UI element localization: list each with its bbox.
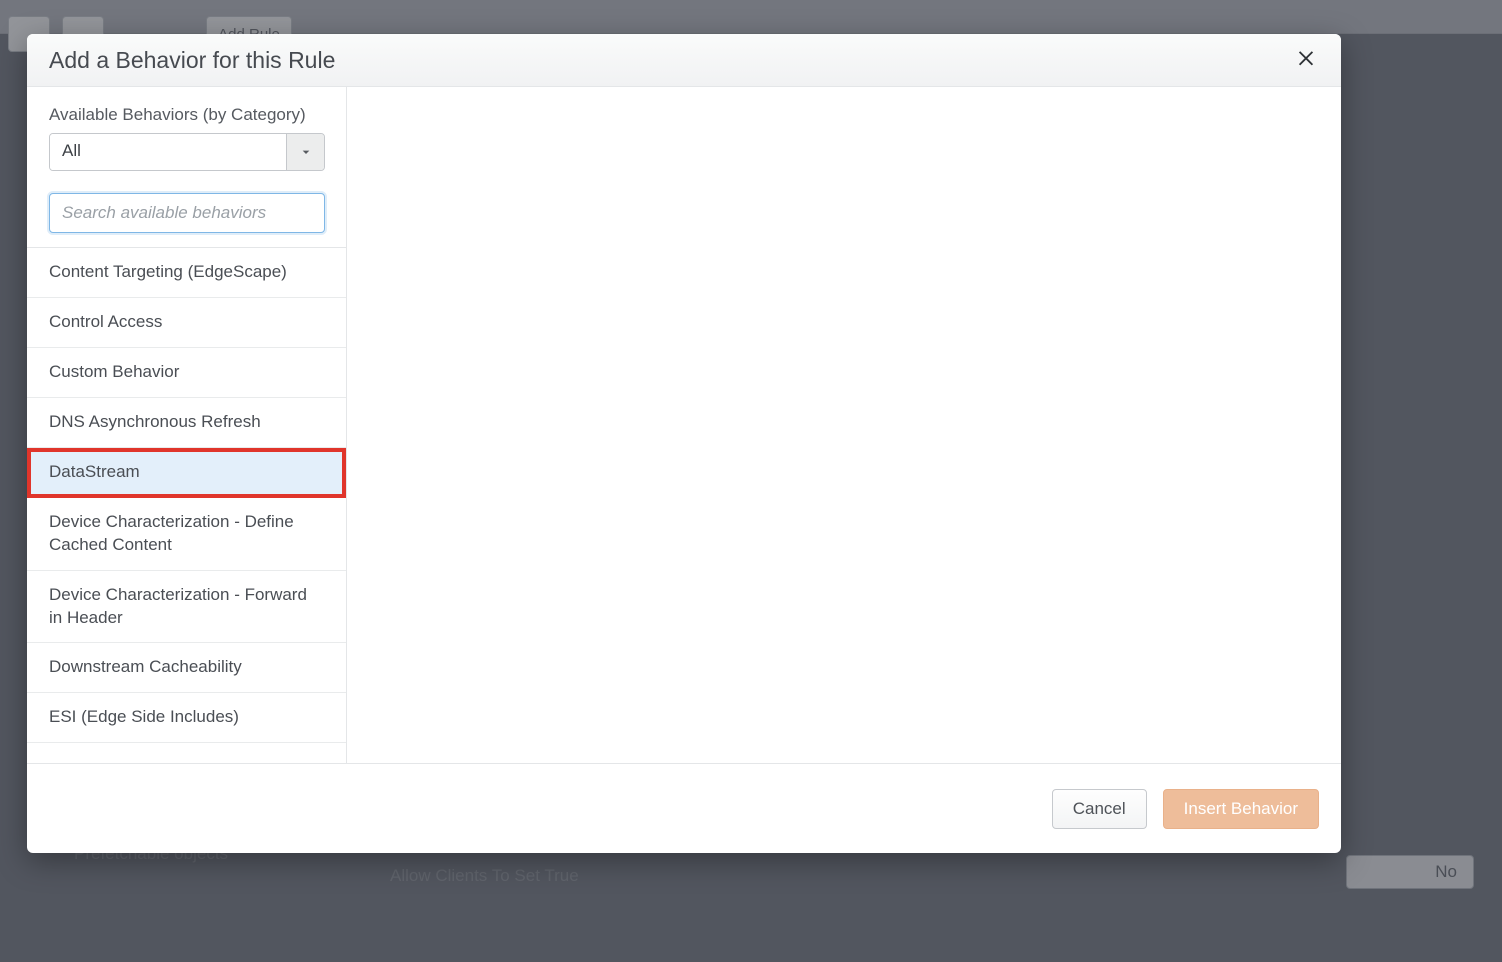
chevron-down-icon: [286, 134, 324, 170]
cancel-button[interactable]: Cancel: [1052, 789, 1147, 829]
behavior-item[interactable]: ESI (Edge Side Includes): [27, 693, 346, 743]
modal-footer: Cancel Insert Behavior: [27, 763, 1341, 853]
behavior-detail-pane: [347, 87, 1341, 763]
add-behavior-modal: Add a Behavior for this Rule Available B…: [27, 34, 1341, 853]
behavior-item[interactable]: Control Access: [27, 298, 346, 348]
behavior-item[interactable]: Device Characterization - Forward in Hea…: [27, 571, 346, 644]
behavior-item[interactable]: Custom Behavior: [27, 348, 346, 398]
modal-header: Add a Behavior for this Rule: [27, 34, 1341, 87]
filters-section: Available Behaviors (by Category) All: [27, 87, 346, 247]
behavior-picker-pane: Available Behaviors (by Category) All Co…: [27, 87, 347, 763]
behavior-item[interactable]: Content Targeting (EdgeScape): [27, 248, 346, 298]
behavior-item[interactable]: Device Characterization - Define Cached …: [27, 498, 346, 571]
behavior-list: Content Targeting (EdgeScape)Control Acc…: [27, 247, 346, 743]
category-select[interactable]: All: [49, 133, 325, 171]
modal-title: Add a Behavior for this Rule: [49, 47, 335, 74]
close-button[interactable]: [1295, 46, 1323, 74]
behavior-item[interactable]: DataStream: [27, 448, 346, 498]
behavior-item[interactable]: Downstream Cacheability: [27, 643, 346, 693]
close-icon: [1295, 46, 1317, 68]
category-label: Available Behaviors (by Category): [49, 105, 324, 125]
search-input[interactable]: [49, 193, 325, 233]
category-select-value: All: [50, 134, 286, 170]
behavior-item[interactable]: DNS Asynchronous Refresh: [27, 398, 346, 448]
insert-behavior-button[interactable]: Insert Behavior: [1163, 789, 1319, 829]
modal-body: Available Behaviors (by Category) All Co…: [27, 87, 1341, 763]
